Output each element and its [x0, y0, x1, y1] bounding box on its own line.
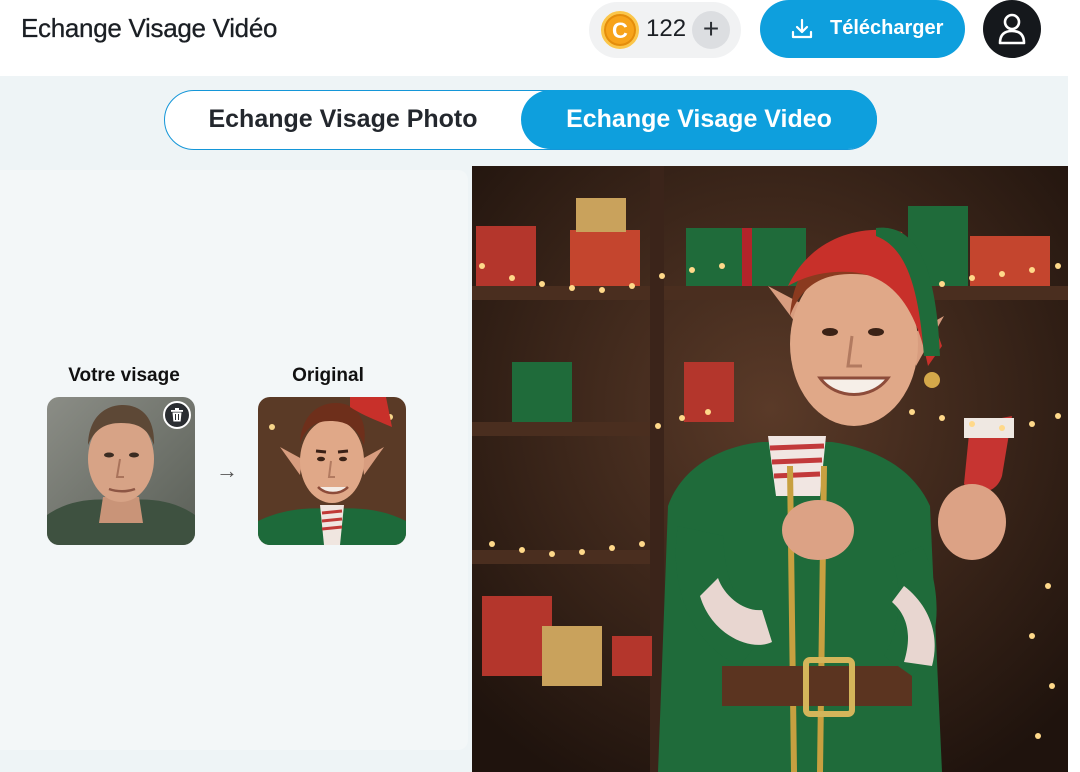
user-avatar-button[interactable] — [983, 0, 1041, 58]
mode-toggle: Echange Visage Photo Echange Visage Vide… — [164, 90, 877, 150]
your-face-label: Votre visage — [68, 365, 180, 386]
top-bar: Echange Visage Vidéo C 122 + Télécharger — [0, 0, 1080, 76]
credit-count: 122 — [646, 15, 687, 42]
download-button[interactable]: Télécharger — [760, 0, 965, 58]
tab-video-swap[interactable]: Echange Visage Video — [521, 90, 877, 149]
right-edge — [1068, 76, 1080, 772]
arrow-right-icon: → — [216, 458, 238, 483]
plus-icon: + — [702, 13, 720, 44]
credits-pill: C 122 + — [589, 2, 741, 58]
tab-photo-swap[interactable]: Echange Visage Photo — [165, 90, 521, 149]
download-label: Télécharger — [830, 17, 944, 39]
original-label: Original — [292, 365, 364, 386]
delete-face-button[interactable] — [163, 401, 191, 429]
original-thumbnail[interactable] — [258, 397, 406, 545]
coin-symbol: C — [612, 18, 628, 43]
download-icon — [791, 18, 813, 39]
coin-icon: C — [601, 11, 639, 49]
add-credits-button[interactable]: + — [692, 11, 730, 49]
user-icon — [998, 13, 1026, 45]
app-title: Echange Visage Vidéo — [21, 13, 278, 43]
elf-face-image — [258, 397, 406, 545]
video-preview[interactable] — [472, 166, 1068, 772]
elf-video-frame — [472, 166, 1068, 772]
trash-icon — [171, 408, 183, 422]
